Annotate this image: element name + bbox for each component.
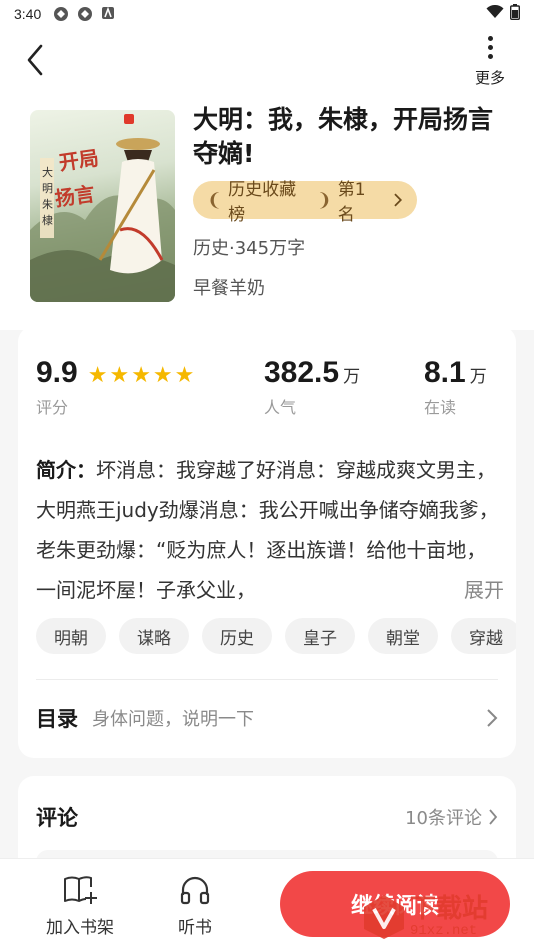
laurel-left-icon: ❨	[207, 189, 223, 211]
tag-item[interactable]: 穿越	[451, 618, 516, 654]
star-icon: ★	[174, 363, 195, 388]
more-vertical-icon	[487, 36, 493, 59]
listen-button[interactable]: 听书	[178, 875, 212, 938]
svg-text:朱: 朱	[42, 198, 53, 211]
rank-position: 第1名	[337, 180, 366, 225]
book-author[interactable]: 早餐羊奶	[193, 274, 265, 300]
toc-latest-chapter: 身体问题，说明一下	[92, 709, 254, 730]
vpn-icon	[53, 6, 69, 22]
star-icon: ★	[87, 363, 108, 388]
watermark-text: 下载站	[410, 894, 489, 924]
add-to-shelf-label: 加入书架	[46, 918, 114, 938]
status-bar: 3:40	[0, 0, 534, 28]
svg-text:大: 大	[42, 165, 53, 179]
tag-item[interactable]: 朝堂	[368, 618, 438, 654]
book-cover[interactable]: 开局 扬言 大 明 朱 棣	[30, 110, 175, 302]
comments-count-link[interactable]: 10条评论	[405, 804, 498, 830]
stat-rating[interactable]: 9.9 ★ ★ ★ ★ ★ 评分	[36, 356, 194, 418]
app-notification-icon	[101, 6, 117, 22]
rating-label: 评分	[36, 398, 69, 417]
watermark-logo-icon	[364, 895, 404, 939]
back-button[interactable]	[20, 42, 50, 78]
tag-item[interactable]: 谋略	[119, 618, 189, 654]
reading-value: 8.1	[424, 356, 466, 389]
chevron-right-icon	[487, 709, 498, 727]
rank-label: 历史收藏榜	[228, 180, 297, 225]
more-button[interactable]: 更多	[468, 34, 512, 90]
vpn-icon-2	[77, 6, 93, 22]
stats-row: 9.9 ★ ★ ★ ★ ★ 评分 382.5 万 人气 8.1 万 在读	[18, 326, 516, 426]
reading-unit: 万	[469, 367, 487, 387]
listen-label: 听书	[178, 918, 212, 938]
toc-title: 目录	[36, 707, 78, 731]
svg-text:开局: 开局	[57, 146, 100, 175]
divider	[36, 679, 498, 680]
stat-reading: 8.1 万 在读	[424, 356, 487, 418]
rank-badge[interactable]: ❨ 历史收藏榜 ❩ 第1名	[193, 180, 417, 225]
book-title: 大明：我，朱棣，开局扬言夺嫡!	[193, 105, 494, 168]
book-info-card: 9.9 ★ ★ ★ ★ ★ 评分 382.5 万 人气 8.1 万 在读 简介：坏消息：…	[18, 326, 516, 758]
more-label: 更多	[474, 70, 505, 87]
back-arrow-icon	[27, 44, 43, 76]
add-to-shelf-button[interactable]: 加入书架	[46, 875, 114, 938]
book-add-icon	[64, 876, 97, 904]
rating-stars: ★ ★ ★ ★ ★	[88, 365, 195, 387]
svg-text:扬言: 扬言	[53, 182, 96, 211]
wifi-icon	[486, 4, 504, 23]
comments-count: 10条评论	[405, 808, 482, 829]
svg-text:明: 明	[42, 182, 53, 195]
table-of-contents-row[interactable]: 目录 身体问题，说明一下	[36, 698, 498, 738]
tag-item[interactable]: 明朝	[36, 618, 106, 654]
popularity-value: 382.5	[264, 356, 340, 389]
tag-item[interactable]: 皇子	[285, 618, 355, 654]
popularity-label: 人气	[264, 398, 297, 417]
chevron-right-icon	[394, 193, 403, 207]
tag-item[interactable]: 历史	[202, 618, 272, 654]
star-icon: ★	[109, 363, 130, 388]
svg-text:棣: 棣	[42, 214, 53, 227]
star-icon: ★	[131, 363, 151, 388]
stat-popularity: 382.5 万 人气	[264, 356, 360, 418]
star-icon: ★	[152, 363, 173, 388]
status-time: 3:40	[14, 6, 42, 22]
intro-label: 简介：	[36, 458, 96, 482]
book-cover-art: 开局 扬言 大 明 朱 棣	[30, 114, 175, 302]
status-right	[486, 4, 521, 24]
popularity-unit: 万	[343, 367, 361, 387]
reading-label: 在读	[424, 398, 457, 417]
watermark-url: 91xz.net	[410, 923, 478, 939]
comments-title: 评论	[36, 806, 78, 830]
battery-icon	[509, 4, 521, 24]
tag-list: 明朝 谋略 历史 皇子 朝堂 穿越	[36, 618, 516, 658]
chevron-right-icon	[489, 809, 498, 825]
rating-value: 9.9	[36, 356, 78, 389]
book-category-wordcount: 历史·345万字	[193, 238, 306, 259]
watermark: 下载站 91xz.net	[362, 886, 532, 948]
headphones-icon	[180, 876, 210, 905]
intro-expand-button[interactable]: 展开	[410, 570, 504, 610]
laurel-right-icon: ❩	[316, 189, 332, 211]
